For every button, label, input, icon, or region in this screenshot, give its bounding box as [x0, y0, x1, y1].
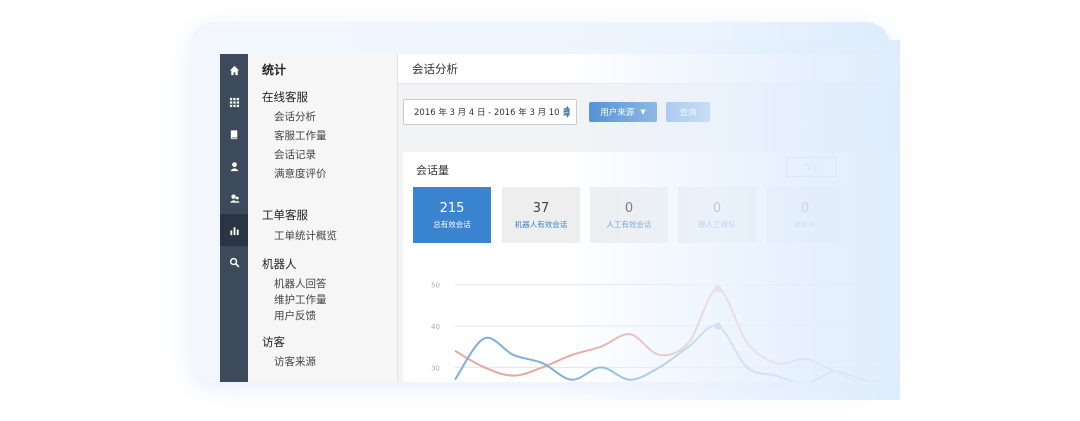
caret-down-icon: ▼ — [640, 108, 646, 116]
user-source-dropdown[interactable]: 用户来源 ▼ — [589, 102, 657, 122]
stat-card-human[interactable]: 0 人工有效会话 — [590, 187, 668, 243]
apps-icon — [229, 97, 239, 107]
rail-user[interactable] — [220, 150, 248, 182]
date-stepper-icon[interactable]: ▲ ▼ — [565, 105, 570, 119]
stat-label: 机器人有效会话 — [514, 219, 568, 229]
menu-item-agent-workload[interactable]: 客服工作量 — [274, 128, 327, 143]
filter-bar: 2016 年 3 月 4 日 - 2016 年 3 月 10 日 ▲ ▼ 用户来源… — [403, 99, 710, 125]
stat-value: 37 — [532, 200, 550, 216]
date-range-value: 2016 年 3 月 4 日 - 2016 年 3 月 10 日 — [414, 108, 571, 118]
rail-apps[interactable] — [220, 86, 248, 118]
panel-title: 会话量 — [416, 164, 449, 177]
rail-book[interactable] — [220, 118, 248, 150]
y-tick-label: 30 — [431, 364, 440, 372]
chart-icon — [229, 226, 239, 235]
stat-label: 接人工排队 — [698, 219, 736, 229]
stat-card-robot[interactable]: 37 机器人有效会话 — [502, 187, 580, 243]
session-line-chart: 50 40 30 — [431, 282, 893, 382]
menu-group-visitor[interactable]: 访客 — [262, 334, 285, 350]
menu-item-robot-answers[interactable]: 机器人回答 — [274, 276, 327, 291]
highlight-point-1[interactable] — [714, 322, 722, 330]
nav-rail — [220, 54, 248, 382]
stat-value: 0 — [624, 200, 634, 216]
menu-item-satisfaction[interactable]: 满意度评价 — [274, 166, 327, 181]
stats-menu: 统计 在线客服 会话分析 客服工作量 会话记录 满意度评价 工单客服 工单统计概… — [248, 54, 398, 382]
main-content: 会话分析 2016 年 3 月 4 日 - 2016 年 3 月 10 日 ▲ ▼… — [398, 54, 900, 382]
menu-item-ticket-overview[interactable]: 工单统计概览 — [274, 228, 337, 243]
search-icon — [229, 257, 239, 267]
home-icon — [229, 65, 239, 75]
y-tick-label: 40 — [431, 323, 440, 331]
rail-users[interactable] — [220, 182, 248, 214]
session-volume-panel: 会话量 导出 215 总有效会话 37 机器人有效会话 0 人工有效会话 0 接… — [403, 152, 900, 382]
menu-group-robot[interactable]: 机器人 — [262, 256, 297, 272]
export-button[interactable]: 导出 — [786, 157, 836, 177]
stat-value: 215 — [439, 200, 465, 216]
app-window: 统计 在线客服 会话分析 客服工作量 会话记录 满意度评价 工单客服 工单统计概… — [220, 54, 900, 382]
stat-card-queuing[interactable]: 0 排队中 — [766, 187, 844, 243]
y-tick-label: 50 — [431, 282, 440, 290]
highlight-point-0[interactable] — [714, 285, 722, 293]
series-line-0 — [454, 287, 862, 382]
menu-item-maintenance-workload[interactable]: 维护工作量 — [274, 292, 327, 307]
menu-item-session-analysis[interactable]: 会话分析 — [274, 109, 316, 124]
user-source-label: 用户来源 — [600, 108, 635, 118]
stat-label: 总有效会话 — [433, 219, 471, 229]
stat-label: 人工有效会话 — [606, 219, 652, 229]
stat-card-total[interactable]: 215 总有效会话 — [413, 187, 491, 243]
menu-group-ticket[interactable]: 工单客服 — [262, 207, 308, 223]
user-icon — [229, 161, 239, 171]
rail-home[interactable] — [220, 54, 248, 86]
stat-value: 0 — [712, 200, 722, 216]
stat-value: 0 — [800, 200, 810, 216]
users-icon — [229, 193, 240, 203]
date-range-picker[interactable]: 2016 年 3 月 4 日 - 2016 年 3 月 10 日 ▲ ▼ — [403, 99, 577, 125]
page-title: 会话分析 — [398, 54, 900, 84]
stat-label: 排队中 — [793, 219, 817, 229]
menu-title: 统计 — [262, 63, 287, 77]
stat-card-queue[interactable]: 0 接人工排队 — [678, 187, 756, 243]
book-icon — [230, 129, 237, 139]
rail-search[interactable] — [220, 246, 248, 278]
menu-item-user-feedback[interactable]: 用户反馈 — [274, 308, 316, 323]
menu-group-online[interactable]: 在线客服 — [262, 89, 308, 105]
query-button[interactable]: 查询 — [666, 102, 710, 122]
menu-item-session-records[interactable]: 会话记录 — [274, 147, 316, 162]
rail-stats[interactable] — [220, 214, 248, 246]
menu-item-visitor-source[interactable]: 访客来源 — [274, 354, 316, 369]
